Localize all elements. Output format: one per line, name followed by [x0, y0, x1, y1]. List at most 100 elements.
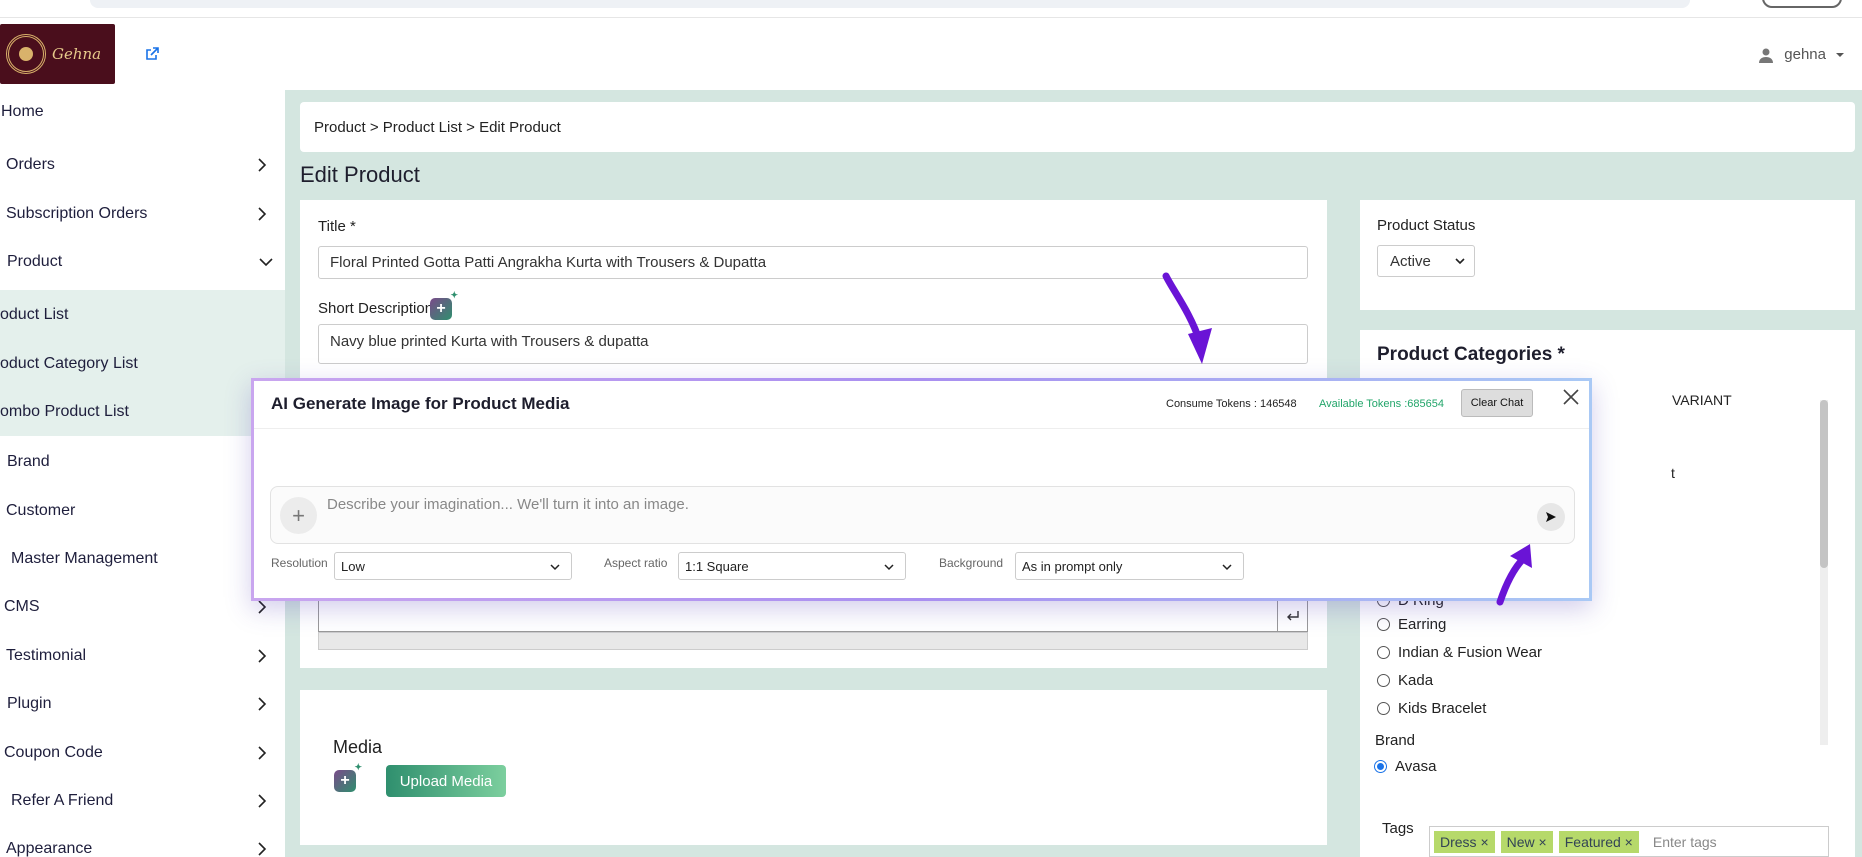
sidebar-item-customer[interactable]: Customer — [0, 491, 285, 531]
tag-chip[interactable]: Dress × — [1434, 830, 1495, 853]
chevron-down-icon — [884, 564, 894, 571]
ai-magic-icon[interactable]: + — [430, 290, 458, 320]
sidebar-item-product[interactable]: Product — [0, 242, 285, 282]
chevron-right-icon — [258, 649, 267, 663]
logo-seal-icon — [6, 34, 46, 74]
sidebar-item-label: Plugin — [7, 695, 52, 712]
address-bar[interactable] — [90, 0, 1690, 8]
sidebar-item-label: oduct Category List — [0, 354, 138, 372]
sidebar-item-label: Product — [7, 253, 63, 270]
chevron-down-icon — [259, 258, 273, 267]
annotation-arrow-icon — [1496, 544, 1532, 606]
chevron-down-icon — [1455, 258, 1465, 265]
user-icon — [1759, 48, 1774, 63]
close-icon[interactable] — [1560, 386, 1582, 408]
sidebar-item-label: ombo Product List — [0, 403, 129, 420]
sidebar-item-plugin[interactable]: Plugin — [0, 684, 285, 724]
send-icon — [1546, 512, 1556, 522]
add-attachment-button[interactable]: + — [280, 497, 317, 534]
tag-chip[interactable]: New × — [1500, 830, 1553, 853]
breadcrumb-text[interactable]: Product > Product List > Edit Product — [314, 119, 561, 136]
sidebar-item-brand[interactable]: Brand — [0, 442, 285, 482]
category-label: Indian & Fusion Wear — [1398, 644, 1542, 661]
category-radio-kada[interactable]: Kada — [1377, 672, 1433, 689]
resolution-select[interactable]: Low — [334, 552, 572, 580]
sidebar-item-label: Appearance — [6, 840, 93, 857]
sidebar-item-subscription-orders[interactable]: Subscription Orders — [0, 194, 285, 234]
sidebar-item-cms[interactable]: CMS — [0, 587, 285, 627]
sidebar-item-product-category-list[interactable]: oduct Category List — [0, 339, 285, 388]
tags-input[interactable]: Dress × New × Featured × Enter tags — [1429, 826, 1829, 857]
sidebar-item-testimonial[interactable]: Testimonial — [0, 636, 285, 676]
chevron-down-icon — [550, 564, 560, 571]
prompt-placeholder: Describe your imagination... We'll turn … — [327, 496, 689, 513]
modal-title: AI Generate Image for Product Media — [271, 394, 570, 413]
modal-divider — [254, 428, 1589, 429]
brand-logo[interactable]: Gehna — [0, 24, 115, 84]
sidebar-item-label: Brand — [7, 453, 50, 470]
consume-tokens: Consume Tokens : 146548 — [1166, 398, 1297, 410]
browser-action-button[interactable] — [1762, 0, 1842, 8]
sidebar-item-coupon-code[interactable]: Coupon Code — [0, 733, 285, 773]
tag-label: Dress — [1440, 833, 1477, 850]
short-description-value: Navy blue printed Kurta with Trousers & … — [330, 333, 649, 350]
media-card: Media + Upload Media — [300, 690, 1327, 845]
user-name: gehna — [1784, 46, 1826, 63]
chevron-right-icon — [258, 794, 267, 808]
short-description-label: Short Description — [318, 300, 434, 317]
sidebar-item-label: oduct List — [0, 305, 69, 323]
category-radio-indian-fusion-wear[interactable]: Indian & Fusion Wear — [1377, 644, 1542, 661]
category-radio-kids-bracelet[interactable]: Kids Bracelet — [1377, 700, 1486, 717]
editor-area[interactable] — [318, 600, 1308, 632]
tags-label: Tags — [1382, 820, 1414, 837]
chevron-right-icon — [258, 697, 267, 711]
ai-magic-icon[interactable]: + — [334, 762, 362, 792]
categories-scrollbar-thumb[interactable] — [1820, 400, 1828, 568]
clear-chat-button[interactable]: Clear Chat — [1461, 389, 1533, 417]
sidebar-item-appearance[interactable]: Appearance — [0, 829, 285, 857]
background-select[interactable]: As in prompt only — [1015, 552, 1244, 580]
tag-chip[interactable]: Featured × — [1558, 830, 1639, 853]
top-header: Gehna gehna — [0, 18, 1862, 90]
product-status-select[interactable]: Active — [1377, 245, 1475, 277]
category-label: Earring — [1398, 616, 1447, 633]
product-status-label: Product Status — [1377, 217, 1476, 234]
sidebar-item-orders[interactable]: Orders — [0, 145, 285, 185]
sidebar-item-label: CMS — [4, 598, 40, 615]
media-label: Media — [333, 737, 383, 757]
resolution-value: Low — [341, 558, 365, 574]
product-categories-title: Product Categories * — [1377, 344, 1565, 365]
sidebar-item-label: Testimonial — [6, 647, 87, 664]
sidebar-item-home[interactable]: Home — [0, 92, 285, 132]
sidebar-item-label: Customer — [6, 502, 76, 519]
radio-icon — [1377, 646, 1390, 659]
prompt-input[interactable]: + Describe your imagination... We'll tur… — [270, 486, 1575, 544]
user-menu[interactable]: gehna — [1758, 46, 1844, 63]
background-value: As in prompt only — [1022, 558, 1123, 574]
sidebar-item-product-list[interactable]: oduct List — [0, 290, 285, 339]
editor-statusbar — [318, 632, 1308, 650]
tags-placeholder[interactable]: Enter tags — [1653, 834, 1717, 850]
sidebar-item-master-management[interactable]: Master Management — [0, 539, 285, 579]
brand-radio-avasa[interactable]: Avasa — [1374, 758, 1436, 775]
category-radio-earring[interactable]: Earring — [1377, 616, 1446, 633]
page-title: Edit Product — [300, 162, 420, 187]
ai-image-modal: AI Generate Image for Product Media Cons… — [251, 378, 1592, 601]
send-button[interactable] — [1537, 503, 1565, 531]
caret-down-icon — [1836, 52, 1844, 57]
sidebar-item-refer-a-friend[interactable]: Refer A Friend — [0, 781, 285, 821]
brand-label: Brand — [1375, 732, 1416, 749]
tag-label: Featured — [1564, 833, 1621, 850]
sidebar-item-label: Master Management — [11, 550, 158, 567]
sidebar-item-label: Coupon Code — [4, 744, 103, 761]
chevron-right-icon — [258, 207, 267, 221]
upload-media-button[interactable]: Upload Media — [386, 765, 506, 797]
enter-key-icon[interactable] — [1277, 600, 1307, 631]
sidebar-item-combo-product-list[interactable]: ombo Product List — [0, 388, 285, 436]
category-label: Kids Bracelet — [1398, 700, 1487, 717]
breadcrumb: Product > Product List > Edit Product — [300, 102, 1855, 152]
aspect-ratio-select[interactable]: 1:1 Square — [678, 552, 906, 580]
external-link-icon[interactable] — [144, 46, 160, 62]
chevron-down-icon — [1222, 564, 1232, 571]
logo-text: Gehna — [52, 45, 102, 63]
